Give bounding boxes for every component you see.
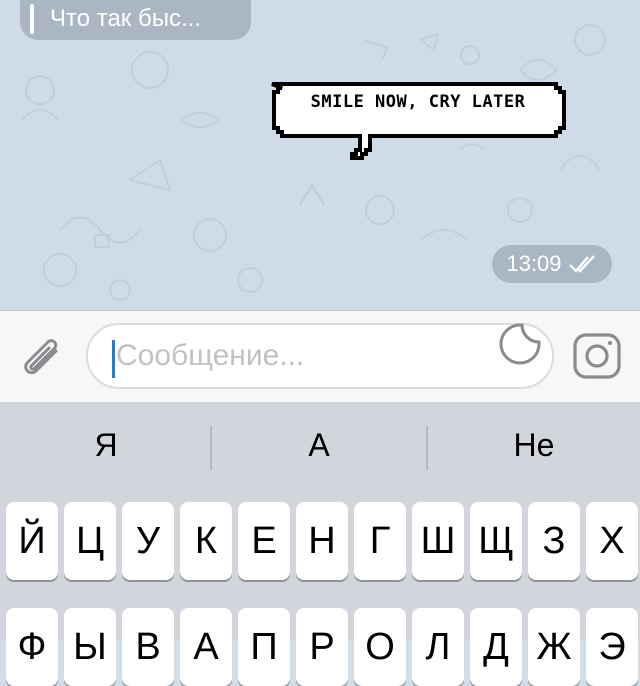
- key-row2-1[interactable]: Ф: [6, 608, 58, 686]
- key-row1-2[interactable]: Ц: [64, 502, 116, 580]
- key-row2-3[interactable]: В: [122, 608, 174, 686]
- key-row1-3[interactable]: У: [122, 502, 174, 580]
- key-row2-5[interactable]: П: [238, 608, 290, 686]
- paperclip-icon[interactable]: [18, 333, 66, 381]
- message-input-placeholder: Сообщение...: [116, 339, 305, 372]
- reply-preview-text: Что так быс...: [50, 5, 201, 32]
- message-time: 13:09: [506, 251, 562, 276]
- key-row1-11[interactable]: Х: [586, 502, 638, 580]
- key-row1-9[interactable]: Щ: [470, 502, 522, 580]
- message-time-badge: 13:09: [492, 245, 612, 283]
- key-row2-7[interactable]: О: [354, 608, 406, 686]
- keyboard: Я А Не Й Ц У К Е Н Г Ш Щ З Х Ф Ы В А П Р…: [0, 402, 640, 686]
- speech-bubble-sticker[interactable]: [262, 78, 572, 160]
- key-row1-4[interactable]: К: [180, 502, 232, 580]
- suggestion-3[interactable]: Не: [428, 402, 640, 488]
- message-input-bar: Сообщение...: [0, 310, 640, 402]
- key-row1-7[interactable]: Г: [354, 502, 406, 580]
- key-row1-10[interactable]: З: [528, 502, 580, 580]
- key-row2-11[interactable]: Э: [586, 608, 638, 686]
- key-row1-5[interactable]: Е: [238, 502, 290, 580]
- key-row1-6[interactable]: Н: [296, 502, 348, 580]
- suggestion-2[interactable]: А: [213, 402, 425, 488]
- reply-preview[interactable]: Что так быс...: [20, 0, 251, 40]
- reply-indicator-bar: [30, 4, 34, 34]
- chat-area[interactable]: Что так быс... SMILE NOW, CRY LATER 13:0…: [0, 0, 640, 310]
- key-row2-2[interactable]: Ы: [64, 608, 116, 686]
- key-row2-4[interactable]: А: [180, 608, 232, 686]
- key-row2-6[interactable]: Р: [296, 608, 348, 686]
- key-row1-8[interactable]: Ш: [412, 502, 464, 580]
- key-row1-1[interactable]: Й: [6, 502, 58, 580]
- suggestion-1[interactable]: Я: [0, 402, 212, 488]
- camera-icon[interactable]: [572, 332, 622, 380]
- suggestion-bar: Я А Не: [0, 402, 640, 488]
- double-check-icon: [568, 255, 595, 273]
- suggestion-divider: [210, 426, 212, 470]
- key-row2-8[interactable]: Л: [412, 608, 464, 686]
- key-row2-10[interactable]: Ж: [528, 608, 580, 686]
- sticker-caption: SMILE NOW, CRY LATER: [310, 92, 526, 112]
- message-input[interactable]: Сообщение...: [86, 323, 554, 389]
- key-row2-9[interactable]: Д: [470, 608, 522, 686]
- sticker-icon[interactable]: [498, 322, 542, 366]
- text-caret: [112, 340, 115, 378]
